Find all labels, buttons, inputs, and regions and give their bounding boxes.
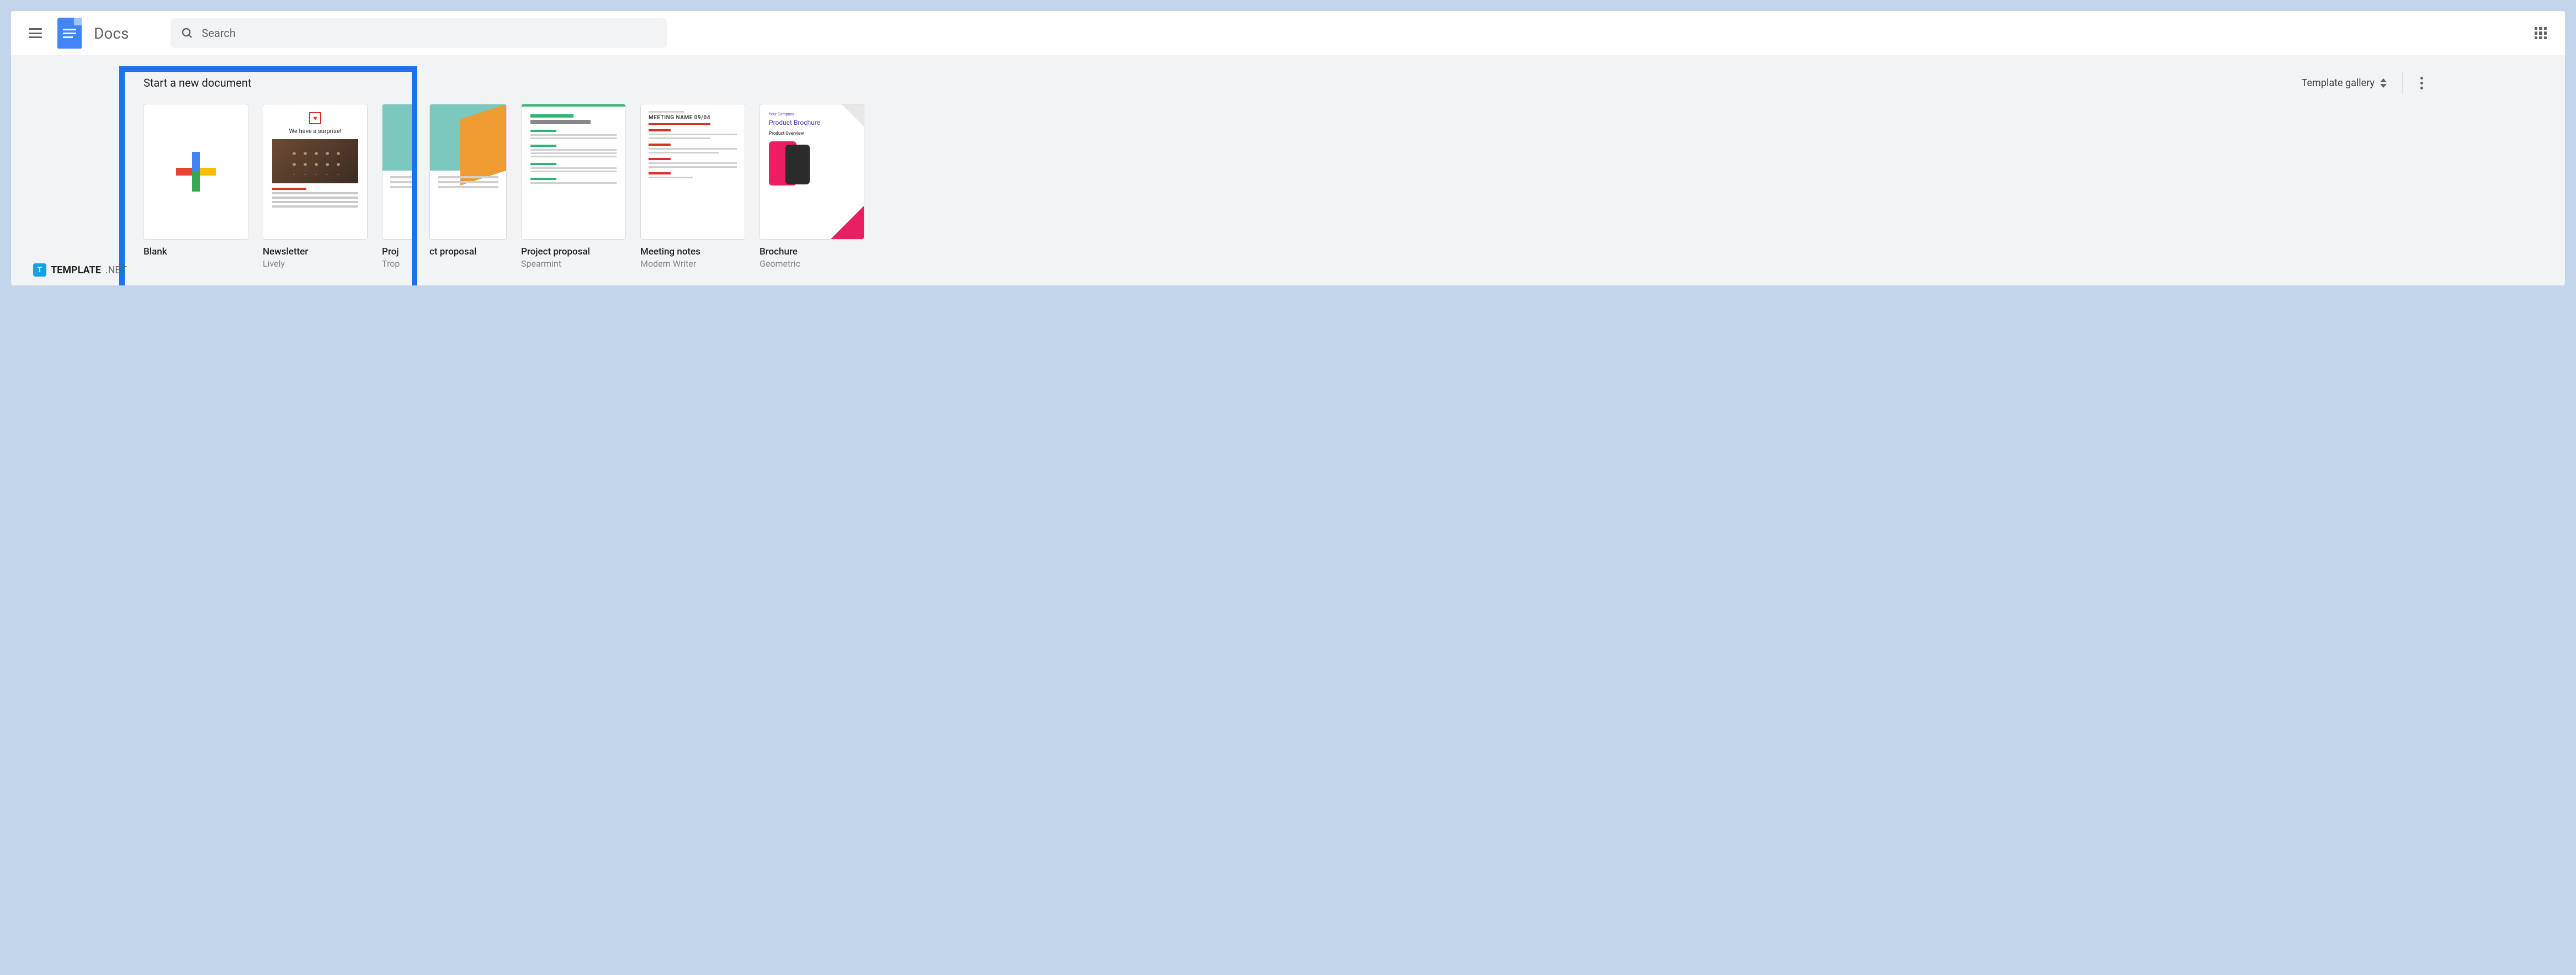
more-options-button[interactable] [2410, 72, 2432, 94]
template-name: Newsletter [263, 246, 368, 257]
templates-row: Blank We have a surprise! Newsletter Liv… [144, 104, 2432, 269]
watermark-badge-icon: T [33, 263, 46, 277]
main-menu-button[interactable] [22, 20, 49, 46]
template-thumb [382, 104, 415, 240]
template-card-blank[interactable]: Blank [144, 104, 248, 269]
template-subtitle: Geometric [759, 258, 864, 269]
template-thumb [521, 104, 626, 240]
divider [2402, 72, 2403, 94]
template-thumb [429, 104, 507, 240]
unfold-icon [2380, 78, 2387, 88]
template-name: Meeting notes [640, 246, 745, 257]
more-vertical-icon [2420, 77, 2423, 89]
apps-grid-icon [2535, 27, 2547, 39]
templates-heading: Start a new document [144, 76, 251, 89]
plus-icon [176, 152, 216, 192]
google-docs-home: Docs Search Start a new document Templat… [11, 11, 2565, 285]
template-name: ct proposal [429, 246, 507, 257]
template-name: Proj [382, 246, 415, 257]
template-name: Blank [144, 246, 248, 257]
template-card-spearmint[interactable]: Project proposal Spearmint [521, 104, 626, 269]
template-subtitle: Trop [382, 258, 415, 269]
template-card-newsletter[interactable]: We have a surprise! Newsletter Lively [263, 104, 368, 269]
thumb-heading: We have a surprise! [289, 128, 341, 135]
search-placeholder: Search [201, 27, 235, 40]
template-gallery-label: Template gallery [2302, 77, 2375, 89]
app-title: Docs [94, 24, 129, 43]
template-thumb: Your Company Product Brochure Product Ov… [759, 104, 864, 240]
search-icon [180, 27, 194, 40]
thumb-sub: Product Overview [769, 131, 855, 136]
phone-icon [769, 141, 796, 186]
heart-icon [309, 112, 321, 124]
template-thumb [144, 104, 248, 240]
template-name: Brochure [759, 246, 864, 257]
google-apps-button[interactable] [2527, 20, 2554, 46]
template-subtitle: Modern Writer [640, 258, 745, 269]
template-card-brochure[interactable]: Your Company Product Brochure Product Ov… [759, 104, 864, 269]
template-subtitle: Lively [263, 258, 368, 269]
template-thumb: We have a surprise! [263, 104, 368, 240]
template-name: Project proposal [521, 246, 626, 257]
templates-header: Start a new document Template gallery [144, 72, 2432, 94]
watermark: T TEMPLATE .NET [33, 263, 127, 277]
header-bar: Docs Search [11, 11, 2565, 55]
template-gallery-button[interactable]: Template gallery [2294, 73, 2394, 93]
search-input[interactable]: Search [171, 18, 667, 48]
template-card-tropic-cut[interactable]: Proj Trop [382, 104, 415, 269]
templates-section: Start a new document Template gallery Bl… [11, 55, 2565, 285]
watermark-text: TEMPLATE [51, 264, 101, 276]
docs-logo-icon[interactable] [57, 18, 82, 49]
hamburger-icon [29, 28, 42, 38]
thumb-heading: MEETING NAME 09/04 [649, 115, 737, 121]
template-card-tropic[interactable]: ct proposal [429, 104, 507, 269]
template-subtitle: Spearmint [521, 258, 626, 269]
watermark-suffix: .NET [105, 264, 127, 276]
template-card-meeting[interactable]: MEETING NAME 09/04 Meeting notes Modern … [640, 104, 745, 269]
template-thumb: MEETING NAME 09/04 [640, 104, 745, 240]
